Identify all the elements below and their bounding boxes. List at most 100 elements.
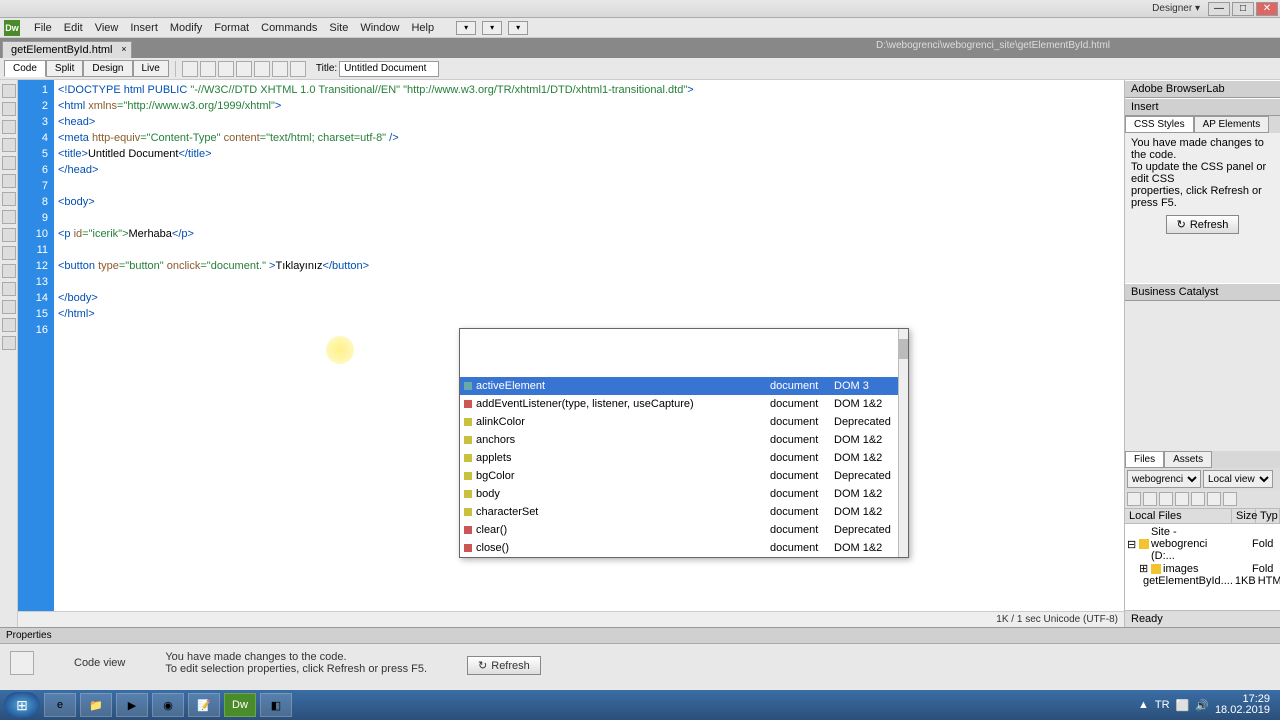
doc-title-input[interactable]	[339, 61, 439, 77]
menu-edit[interactable]: Edit	[58, 20, 89, 36]
taskbar-ie-icon[interactable]: e	[44, 693, 76, 717]
view-code-button[interactable]: Code	[4, 60, 46, 77]
autocomplete-item[interactable]: appletsdocumentDOM 1&2	[460, 449, 908, 467]
view-select[interactable]: Local view	[1203, 470, 1273, 488]
refresh-icon[interactable]	[290, 61, 306, 77]
files-tool-icon[interactable]	[1143, 492, 1157, 506]
tool-icon[interactable]	[2, 210, 16, 224]
toolbar-icon[interactable]	[272, 61, 288, 77]
toolbar-icon[interactable]	[236, 61, 252, 77]
toolbar-icon[interactable]	[218, 61, 234, 77]
menu-window[interactable]: Window	[354, 20, 405, 36]
autocomplete-item[interactable]: anchorsdocumentDOM 1&2	[460, 431, 908, 449]
autocomplete-item[interactable]: clear()documentDeprecated	[460, 521, 908, 539]
autocomplete-item[interactable]: addEventListener(type, listener, useCapt…	[460, 395, 908, 413]
files-tool-icon[interactable]	[1159, 492, 1173, 506]
tray-lang[interactable]: TR	[1155, 699, 1170, 711]
autocomplete-popup[interactable]: activeElementdocumentDOM 3addEventListen…	[459, 328, 909, 558]
file-tab[interactable]: getElementById.html ×	[2, 41, 132, 58]
code-area[interactable]: <!DOCTYPE html PUBLIC "-//W3C//DTD XHTML…	[54, 80, 1124, 611]
tool-icon[interactable]	[2, 174, 16, 188]
tool-icon[interactable]	[2, 120, 16, 134]
tool-icon[interactable]	[2, 264, 16, 278]
view-live-button[interactable]: Live	[133, 60, 169, 77]
file-tab-close-icon[interactable]: ×	[121, 44, 126, 54]
files-tool-icon[interactable]	[1191, 492, 1205, 506]
tool-icon[interactable]	[2, 318, 16, 332]
tool-icon[interactable]	[2, 192, 16, 206]
tab-files[interactable]: Files	[1125, 451, 1164, 468]
menu-format[interactable]: Format	[208, 20, 255, 36]
scrollbar[interactable]	[898, 329, 908, 557]
autocomplete-item[interactable]: alinkColordocumentDeprecated	[460, 413, 908, 431]
css-refresh-button[interactable]: ↻ Refresh	[1166, 215, 1240, 234]
tree-row[interactable]: ⊞imagesFold	[1127, 562, 1278, 575]
code-editor[interactable]: 12345678910111213141516 <!DOCTYPE html P…	[18, 80, 1124, 611]
tray-net-icon[interactable]: ⬜	[1176, 699, 1190, 712]
tab-ap-elements[interactable]: AP Elements	[1194, 116, 1270, 133]
site-select[interactable]: webogrenci	[1127, 470, 1201, 488]
tray-flag-icon[interactable]: ▲	[1138, 699, 1149, 711]
maximize-button[interactable]: □	[1232, 2, 1254, 16]
taskbar-dreamweaver-icon[interactable]: Dw	[224, 693, 256, 717]
start-button[interactable]: ⊞	[4, 692, 40, 718]
menu-insert[interactable]: Insert	[124, 20, 164, 36]
tree-row[interactable]: getElementById....1KBHTM	[1127, 575, 1278, 587]
toolbar-icon[interactable]	[200, 61, 216, 77]
taskbar-notepad-icon[interactable]: 📝	[188, 693, 220, 717]
tab-css-styles[interactable]: CSS Styles	[1125, 116, 1194, 133]
panel-insert[interactable]: Insert	[1125, 98, 1280, 116]
taskbar-chrome-icon[interactable]: ◉	[152, 693, 184, 717]
files-tool-icon[interactable]	[1223, 492, 1237, 506]
tray-clock[interactable]: 17:2918.02.2019	[1215, 694, 1270, 716]
view-design-button[interactable]: Design	[83, 60, 132, 77]
view-split-button[interactable]: Split	[46, 60, 83, 77]
autocomplete-item[interactable]: characterSetdocumentDOM 1&2	[460, 503, 908, 521]
tool-icon[interactable]	[2, 84, 16, 98]
menu-site[interactable]: Site	[323, 20, 354, 36]
panel-business-catalyst[interactable]: Business Catalyst	[1125, 283, 1280, 301]
taskbar-media-icon[interactable]: ▶	[116, 693, 148, 717]
autocomplete-item[interactable]: activeElementdocumentDOM 3	[460, 377, 908, 395]
taskbar-app-icon[interactable]: ◧	[260, 693, 292, 717]
panel-browserlab[interactable]: Adobe BrowserLab	[1125, 80, 1280, 98]
code-toolbar	[0, 80, 18, 627]
props-refresh-button[interactable]: ↻ Refresh	[467, 656, 541, 675]
tool-icon[interactable]	[2, 102, 16, 116]
file-tree[interactable]: ⊟Site - webogrenci (D:...Fold⊞imagesFold…	[1125, 524, 1280, 610]
menu-help[interactable]: Help	[405, 20, 440, 36]
files-tool-icon[interactable]	[1127, 492, 1141, 506]
autocomplete-item[interactable]: bodydocumentDOM 1&2	[460, 485, 908, 503]
close-button[interactable]: ✕	[1256, 2, 1278, 16]
tool-icon[interactable]	[2, 300, 16, 314]
tool-icon[interactable]	[2, 156, 16, 170]
tool-icon[interactable]	[2, 282, 16, 296]
menu-modify[interactable]: Modify	[164, 20, 208, 36]
tray-sound-icon[interactable]: 🔊	[1195, 699, 1209, 712]
tool-icon[interactable]	[2, 138, 16, 152]
menu-view[interactable]: View	[89, 20, 125, 36]
user-dropdown-icon[interactable]	[508, 21, 528, 35]
autocomplete-item[interactable]: close()documentDOM 1&2	[460, 539, 908, 557]
settings-dropdown-icon[interactable]	[482, 21, 502, 35]
autocomplete-item[interactable]: bgColordocumentDeprecated	[460, 467, 908, 485]
layout-dropdown-icon[interactable]	[456, 21, 476, 35]
windows-taskbar[interactable]: ⊞ e 📁 ▶ ◉ 📝 Dw ◧ ▲ TR ⬜ 🔊 17:2918.02.201…	[0, 690, 1280, 720]
toolbar-icon[interactable]	[182, 61, 198, 77]
tab-assets[interactable]: Assets	[1164, 451, 1212, 468]
menu-commands[interactable]: Commands	[255, 20, 323, 36]
toolbar-icon[interactable]	[254, 61, 270, 77]
minimize-button[interactable]: —	[1208, 2, 1230, 16]
tree-row[interactable]: ⊟Site - webogrenci (D:...Fold	[1127, 526, 1278, 562]
tool-icon[interactable]	[2, 228, 16, 242]
taskbar-explorer-icon[interactable]: 📁	[80, 693, 112, 717]
tool-icon[interactable]	[2, 246, 16, 260]
properties-header[interactable]: Properties	[0, 628, 1280, 644]
user-dropdown[interactable]: Designer ▾	[1152, 3, 1200, 14]
menu-file[interactable]: File	[28, 20, 58, 36]
system-tray[interactable]: ▲ TR ⬜ 🔊 17:2918.02.2019	[1138, 694, 1276, 716]
files-tool-icon[interactable]	[1207, 492, 1221, 506]
files-tool-icon[interactable]	[1175, 492, 1189, 506]
tool-icon[interactable]	[2, 336, 16, 350]
files-status: Ready	[1125, 610, 1280, 627]
